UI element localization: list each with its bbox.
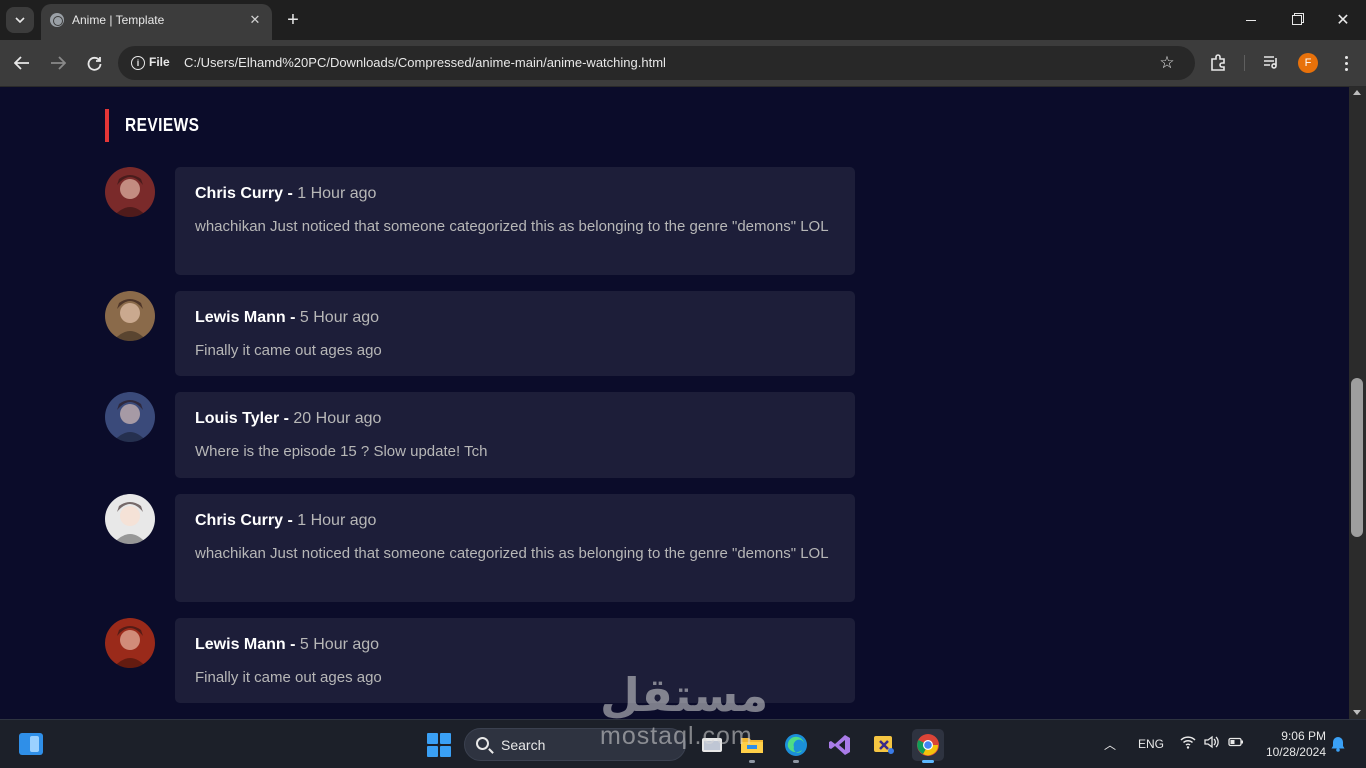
review-header: Chris Curry - 1 Hour ago bbox=[195, 511, 835, 531]
review-time: 5 Hour ago bbox=[299, 309, 380, 326]
reviewer-name: Lewis Mann - bbox=[195, 309, 296, 326]
review-text: Finally it came out ages ago bbox=[195, 342, 382, 359]
review-time: 1 Hour ago bbox=[297, 185, 377, 202]
reviewer-name: Chris Curry - bbox=[195, 512, 293, 529]
edge-browser-icon[interactable] bbox=[780, 729, 812, 763]
reviewer-avatar bbox=[105, 167, 155, 217]
toolbar-separator bbox=[1244, 55, 1245, 71]
reviewer-name: Chris Curry - bbox=[195, 185, 293, 202]
file-manager-app-icon[interactable] bbox=[696, 729, 728, 761]
page-content: REVIEWS Chris Curry - 1 Hour ago whachika… bbox=[0, 87, 1349, 719]
review-header: Louis Tyler - 20 Hour ago bbox=[195, 409, 835, 429]
review-text: Finally it came out ages ago bbox=[195, 669, 382, 686]
extensions-icon[interactable] bbox=[1207, 51, 1229, 73]
battery-icon[interactable] bbox=[1228, 735, 1244, 749]
media-control-icon[interactable] bbox=[1261, 52, 1281, 72]
bookmark-star-icon[interactable]: ☆ bbox=[1156, 52, 1178, 74]
reviewer-avatar bbox=[105, 494, 155, 544]
tab-search-button[interactable] bbox=[6, 7, 34, 33]
search-label: Search bbox=[501, 737, 546, 753]
taskbar-clock[interactable]: 9:06 PM 10/28/2024 bbox=[1256, 728, 1326, 760]
minimize-button[interactable] bbox=[1228, 0, 1274, 40]
review-text: Where is the episode 15 ? Slow update! T… bbox=[195, 443, 488, 460]
file-explorer-icon[interactable] bbox=[736, 729, 768, 763]
browser-toolbar: i File C:/Users/Elhamd%20PC/Downloads/Co… bbox=[0, 40, 1366, 87]
widgets-icon[interactable] bbox=[19, 733, 43, 755]
globe-icon bbox=[50, 13, 64, 27]
volume-icon[interactable] bbox=[1204, 735, 1220, 749]
reviewer-name: Lewis Mann - bbox=[195, 636, 296, 653]
browser-menu-button[interactable] bbox=[1336, 52, 1356, 74]
review-text: whachikan Just noticed that someone cate… bbox=[195, 218, 829, 235]
new-tab-button[interactable]: + bbox=[281, 7, 305, 33]
taskbar-search[interactable]: Search bbox=[464, 728, 686, 761]
reviewer-avatar bbox=[105, 392, 155, 442]
file-scheme-chip[interactable]: File bbox=[149, 55, 170, 69]
start-button[interactable] bbox=[427, 733, 451, 757]
forward-button[interactable] bbox=[45, 50, 71, 76]
back-button[interactable] bbox=[9, 50, 35, 76]
wifi-icon[interactable] bbox=[1180, 735, 1196, 749]
chrome-browser-icon[interactable] bbox=[912, 729, 944, 763]
tab-title: Anime | Template bbox=[72, 13, 165, 27]
notification-bell-icon[interactable] bbox=[1331, 736, 1345, 752]
review-card: Louis Tyler - 20 Hour ago Where is the ep… bbox=[175, 392, 855, 478]
review-header: Lewis Mann - 5 Hour ago bbox=[195, 308, 835, 328]
app-running-indicator bbox=[922, 760, 934, 763]
arrow-left-icon bbox=[14, 56, 29, 70]
restore-button[interactable] bbox=[1274, 0, 1320, 40]
reviewer-name: Louis Tyler - bbox=[195, 410, 289, 427]
review-card: Chris Curry - 1 Hour ago whachikan Just n… bbox=[175, 167, 855, 275]
app-running-indicator bbox=[749, 760, 755, 763]
arrow-right-icon bbox=[51, 56, 66, 70]
reviews-heading: REVIEWS bbox=[105, 109, 212, 142]
reload-icon bbox=[87, 56, 101, 71]
reviewer-avatar bbox=[105, 291, 155, 341]
url-text[interactable]: C:/Users/Elhamd%20PC/Downloads/Compresse… bbox=[184, 55, 666, 70]
review-time: 5 Hour ago bbox=[299, 636, 380, 653]
windows-taskbar: Search ︿ ENG 9:06 PM 10/28/2024 bbox=[0, 719, 1366, 768]
review-text: whachikan Just noticed that someone cate… bbox=[195, 545, 829, 562]
review-card: Chris Curry - 1 Hour ago whachikan Just n… bbox=[175, 494, 855, 602]
tab-active[interactable]: Anime | Template ✕ bbox=[41, 4, 272, 40]
close-window-button[interactable]: ✕ bbox=[1320, 0, 1366, 40]
address-bar[interactable]: i File C:/Users/Elhamd%20PC/Downloads/Co… bbox=[118, 46, 1195, 80]
review-time: 20 Hour ago bbox=[293, 410, 382, 427]
vertical-scrollbar[interactable] bbox=[1349, 87, 1366, 719]
tab-strip: Anime | Template ✕ + ✕ bbox=[0, 0, 1366, 40]
review-header: Chris Curry - 1 Hour ago bbox=[195, 184, 835, 204]
scroll-down-arrow-icon[interactable] bbox=[1353, 710, 1361, 715]
profile-avatar-button[interactable]: F bbox=[1298, 53, 1318, 73]
app-running-indicator bbox=[793, 760, 799, 763]
review-time: 1 Hour ago bbox=[297, 512, 377, 529]
search-icon bbox=[476, 737, 489, 750]
snipping-tool-icon[interactable] bbox=[868, 729, 900, 761]
language-indicator[interactable]: ENG bbox=[1138, 737, 1164, 751]
info-icon[interactable]: i bbox=[131, 56, 145, 70]
scroll-thumb[interactable] bbox=[1351, 378, 1363, 537]
reviews-heading-text: REVIEWS bbox=[125, 115, 200, 135]
tray-chevron-up-icon[interactable]: ︿ bbox=[1104, 736, 1116, 752]
system-tray-icons[interactable] bbox=[1180, 735, 1244, 749]
clock-date: 10/28/2024 bbox=[1265, 745, 1326, 759]
review-card: Lewis Mann - 5 Hour ago Finally it came o… bbox=[175, 618, 855, 703]
scroll-up-arrow-icon[interactable] bbox=[1353, 90, 1361, 95]
chevron-down-icon bbox=[15, 17, 25, 23]
review-card: Lewis Mann - 5 Hour ago Finally it came o… bbox=[175, 291, 855, 376]
reload-button[interactable] bbox=[81, 50, 107, 76]
review-header: Lewis Mann - 5 Hour ago bbox=[195, 635, 835, 655]
tab-close-button[interactable]: ✕ bbox=[244, 9, 266, 31]
reviewer-avatar bbox=[105, 618, 155, 668]
visual-studio-icon[interactable] bbox=[824, 729, 856, 761]
clock-time: 9:06 PM bbox=[1281, 729, 1326, 743]
